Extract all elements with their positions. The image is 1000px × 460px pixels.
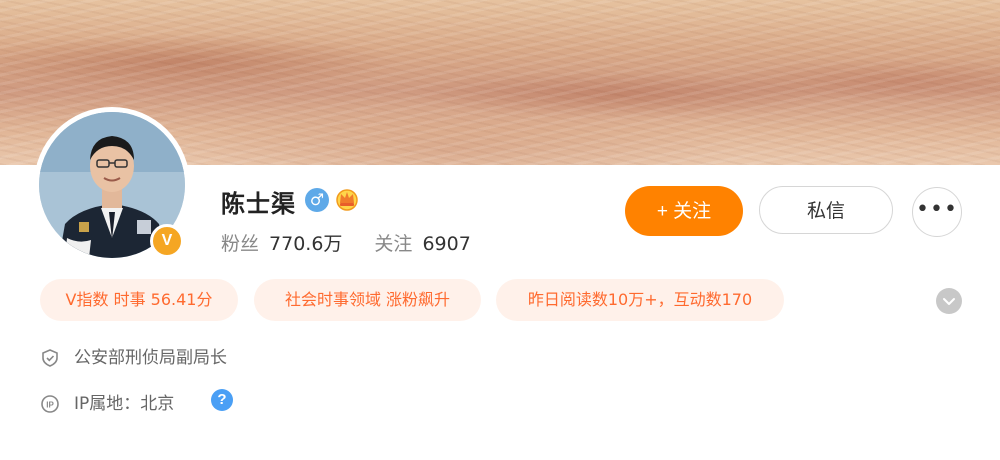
male-icon: ♂ — [305, 188, 329, 212]
following-count[interactable]: 6907 — [422, 233, 470, 255]
tag-reading-stats[interactable]: 昨日阅读数10万+，互动数170 — [496, 279, 784, 321]
crown-icon[interactable] — [335, 186, 359, 212]
profile-stats: 粉丝 770.6万 关注 6907 — [221, 229, 471, 256]
svg-text:IP: IP — [46, 401, 54, 410]
shield-icon — [42, 349, 58, 367]
verified-badge-icon: V — [150, 224, 184, 258]
chevron-down-icon[interactable] — [936, 288, 962, 314]
job-title: 公安部刑侦局副局长 — [74, 348, 227, 368]
help-icon[interactable]: ? — [211, 389, 233, 411]
message-button[interactable]: 私信 — [759, 186, 893, 234]
ip-location-text: IP属地：北京 — [74, 394, 175, 414]
profile-name: 陈士渠 — [221, 190, 296, 218]
tag-field-trend[interactable]: 社会时事领域 涨粉飙升 — [254, 279, 481, 321]
follow-button[interactable]: + 关注 — [625, 186, 743, 236]
fans-label: 粉丝 — [221, 233, 260, 255]
tag-v-index[interactable]: V指数 时事 56.41分 — [40, 279, 238, 321]
ip-row: IP IP属地：北京 — [40, 389, 174, 414]
fans-count[interactable]: 770.6万 — [269, 233, 342, 255]
following-label: 关注 — [374, 233, 413, 255]
more-options-icon[interactable]: ••• — [912, 187, 962, 237]
ip-location-icon: IP — [41, 395, 59, 413]
title-row: 公安部刑侦局副局长 — [40, 343, 227, 368]
